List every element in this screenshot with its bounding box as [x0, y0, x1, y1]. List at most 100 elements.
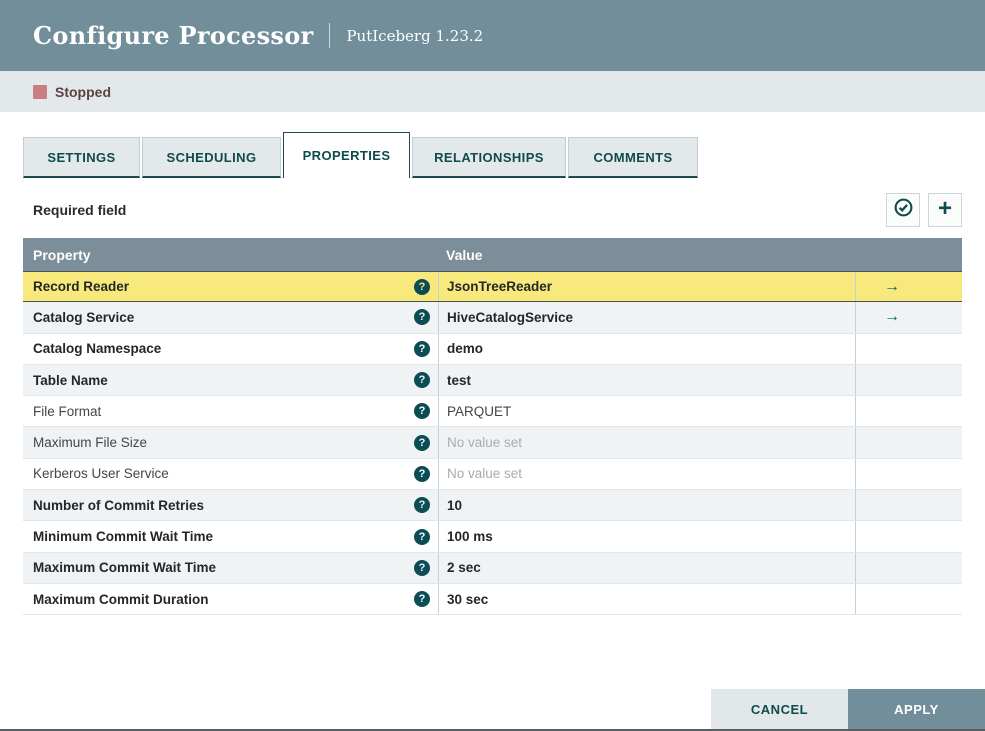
go-to-service-icon[interactable]: → — [884, 309, 900, 325]
add-property-button[interactable]: + — [928, 193, 962, 227]
help-icon[interactable]: ? — [414, 340, 430, 357]
tab-settings[interactable]: SETTINGS — [23, 137, 140, 178]
property-value: demo — [447, 341, 484, 357]
value-cell[interactable]: 10 — [438, 490, 856, 521]
table-row[interactable]: Record Reader ? JsonTreeReader → — [23, 271, 962, 303]
property-cell: File Format ? — [23, 396, 438, 426]
help-icon[interactable]: ? — [414, 403, 430, 420]
dialog-footer: CANCEL APPLY — [711, 689, 985, 729]
help-icon[interactable]: ? — [414, 372, 430, 389]
property-cell: Number of Commit Retries ? — [23, 490, 438, 520]
property-value: PARQUET — [447, 403, 512, 419]
toolbar-buttons: + — [886, 193, 962, 227]
help-icon[interactable]: ? — [414, 465, 430, 482]
link-cell: → — [856, 427, 962, 457]
table-body: Record Reader ? JsonTreeReader → Catalog… — [23, 271, 962, 616]
property-value: JsonTreeReader — [447, 279, 553, 295]
property-name: Maximum Commit Wait Time — [33, 560, 217, 576]
stopped-status-icon — [33, 84, 47, 99]
property-name: Catalog Service — [33, 309, 135, 325]
property-value: 10 — [447, 497, 463, 513]
dialog-content: SETTINGS SCHEDULING PROPERTIES RELATIONSHIP… — [0, 132, 985, 616]
property-cell: Minimum Commit Wait Time ? — [23, 521, 438, 551]
value-cell[interactable]: No value set — [438, 427, 856, 458]
table-row[interactable]: Catalog Service ? HiveCatalogService → — [23, 302, 962, 334]
status-label: Stopped — [55, 83, 111, 100]
property-value: 30 sec — [447, 591, 489, 607]
property-name: Catalog Namespace — [33, 341, 162, 357]
table-row[interactable]: Maximum Commit Wait Time ? 2 sec → — [23, 552, 962, 584]
property-name: Maximum File Size — [33, 435, 148, 451]
table-row[interactable]: Catalog Namespace ? demo → — [23, 333, 962, 365]
value-cell[interactable]: PARQUET — [438, 396, 856, 427]
title-separator — [329, 23, 331, 48]
value-cell[interactable]: JsonTreeReader — [438, 272, 856, 302]
table-row[interactable]: Table Name ? test → — [23, 364, 962, 397]
dialog-title: Configure Processor — [33, 21, 314, 50]
property-name: Minimum Commit Wait Time — [33, 529, 214, 545]
help-icon[interactable]: ? — [414, 309, 430, 326]
table-row[interactable]: Maximum File Size ? No value set → — [23, 427, 962, 459]
property-cell: Kerberos User Service ? — [23, 459, 438, 489]
table-row[interactable]: Maximum Commit Duration ? 30 sec → — [23, 583, 962, 616]
link-cell: → — [856, 459, 962, 489]
property-cell: Catalog Service ? — [23, 302, 438, 332]
tab-scheduling[interactable]: SCHEDULING — [142, 137, 281, 178]
plus-icon: + — [937, 195, 952, 222]
link-cell: → — [856, 365, 962, 395]
properties-toolbar: Required field + — [23, 193, 962, 227]
property-value: No value set — [447, 466, 523, 482]
table-row[interactable]: Kerberos User Service ? No value set → — [23, 458, 962, 491]
help-icon[interactable]: ? — [414, 591, 430, 608]
property-cell: Record Reader ? — [23, 272, 438, 301]
help-icon[interactable]: ? — [414, 434, 430, 451]
value-cell[interactable]: demo — [438, 333, 856, 364]
property-name: Record Reader — [33, 279, 130, 295]
value-cell[interactable]: HiveCatalogService — [438, 302, 856, 333]
tab-properties[interactable]: PROPERTIES — [283, 132, 410, 178]
link-cell: → — [856, 272, 962, 301]
verify-check-icon — [893, 197, 914, 223]
link-cell: → — [856, 334, 962, 364]
help-icon[interactable]: ? — [414, 559, 430, 576]
value-cell[interactable]: test — [438, 364, 856, 396]
value-cell[interactable]: 100 ms — [438, 521, 856, 552]
property-value: No value set — [447, 435, 523, 451]
property-name: Number of Commit Retries — [33, 497, 205, 513]
property-cell: Maximum Commit Wait Time ? — [23, 553, 438, 583]
property-cell: Maximum File Size ? — [23, 427, 438, 457]
verify-properties-button[interactable] — [886, 193, 920, 227]
property-name: Maximum Commit Duration — [33, 591, 209, 607]
link-cell: → — [856, 302, 962, 332]
processor-type-version: PutIceberg 1.23.2 — [346, 26, 484, 45]
property-cell: Catalog Namespace ? — [23, 334, 438, 364]
property-value: test — [447, 372, 472, 388]
tab-relationships[interactable]: RELATIONSHIPS — [412, 137, 566, 178]
property-value: HiveCatalogService — [447, 309, 574, 325]
table-header: Property Value — [23, 238, 962, 271]
table-row[interactable]: Number of Commit Retries ? 10 → — [23, 490, 962, 522]
value-cell[interactable]: 2 sec — [438, 552, 856, 583]
value-cell[interactable]: No value set — [438, 458, 856, 490]
table-row[interactable]: File Format ? PARQUET → — [23, 396, 962, 428]
property-cell: Table Name ? — [23, 365, 438, 395]
apply-button[interactable]: APPLY — [848, 689, 985, 729]
help-icon[interactable]: ? — [414, 528, 430, 545]
property-value: 2 sec — [447, 560, 481, 576]
dialog-header: Configure Processor PutIceberg 1.23.2 — [0, 0, 985, 71]
link-cell: → — [856, 521, 962, 551]
cancel-button[interactable]: CANCEL — [711, 689, 848, 729]
table-row[interactable]: Minimum Commit Wait Time ? 100 ms → — [23, 521, 962, 553]
help-icon[interactable]: ? — [414, 497, 430, 514]
value-column-header: Value — [446, 246, 483, 263]
value-cell[interactable]: 30 sec — [438, 583, 856, 615]
status-bar: Stopped — [0, 71, 985, 112]
property-name: Table Name — [33, 372, 108, 388]
property-value: 100 ms — [447, 529, 493, 545]
link-cell: → — [856, 584, 962, 614]
tab-comments[interactable]: COMMENTS — [568, 137, 698, 178]
help-icon[interactable]: ? — [414, 278, 430, 295]
property-cell: Maximum Commit Duration ? — [23, 584, 438, 614]
go-to-service-icon[interactable]: → — [884, 278, 900, 295]
property-column-header: Property — [33, 246, 91, 263]
